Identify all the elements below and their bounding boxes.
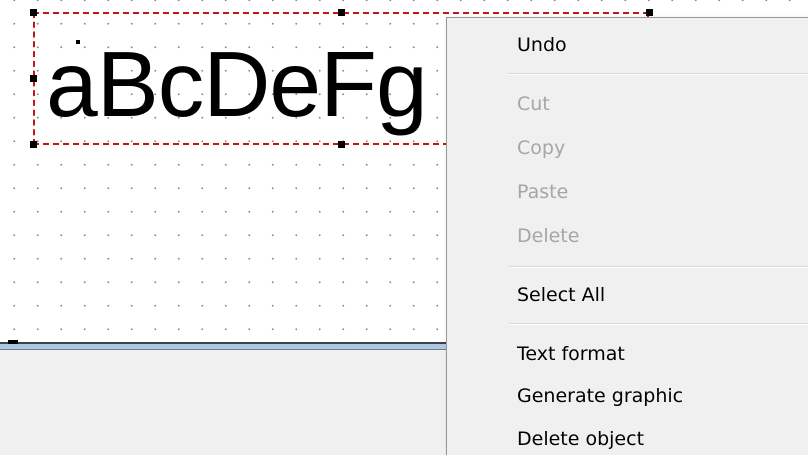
menu-separator [509,73,808,75]
menu-item-text-format[interactable]: Text format [447,336,808,372]
menu-item-copy[interactable]: Copy [447,130,808,166]
resize-handle-top-left[interactable] [30,9,37,16]
editor-window: aBcDeFg Undo Cut Copy Paste Delete Selec… [0,0,808,455]
resize-handle-bottom-middle[interactable] [338,141,345,148]
menu-item-delete-object[interactable]: Delete object [447,421,808,455]
menu-item-undo[interactable]: Undo [447,27,808,63]
cursor-marker [76,40,80,44]
menu-separator [509,266,808,268]
resize-handle-top-right[interactable] [646,9,653,16]
menu-item-generate-graphic[interactable]: Generate graphic [447,378,808,414]
menu-item-paste[interactable]: Paste [447,174,808,210]
resize-handle-top-middle[interactable] [338,9,345,16]
resize-handle-bottom-left[interactable] [30,141,37,148]
text-object-content[interactable]: aBcDeFg [46,34,428,134]
menu-separator [509,323,808,325]
resize-handle-middle-left[interactable] [30,75,37,82]
menu-item-cut[interactable]: Cut [447,86,808,122]
context-menu: Undo Cut Copy Paste Delete Select All Te… [446,17,808,455]
canvas-corner-marker [8,340,18,344]
menu-item-select-all[interactable]: Select All [447,277,808,313]
menu-item-delete[interactable]: Delete [447,218,808,254]
